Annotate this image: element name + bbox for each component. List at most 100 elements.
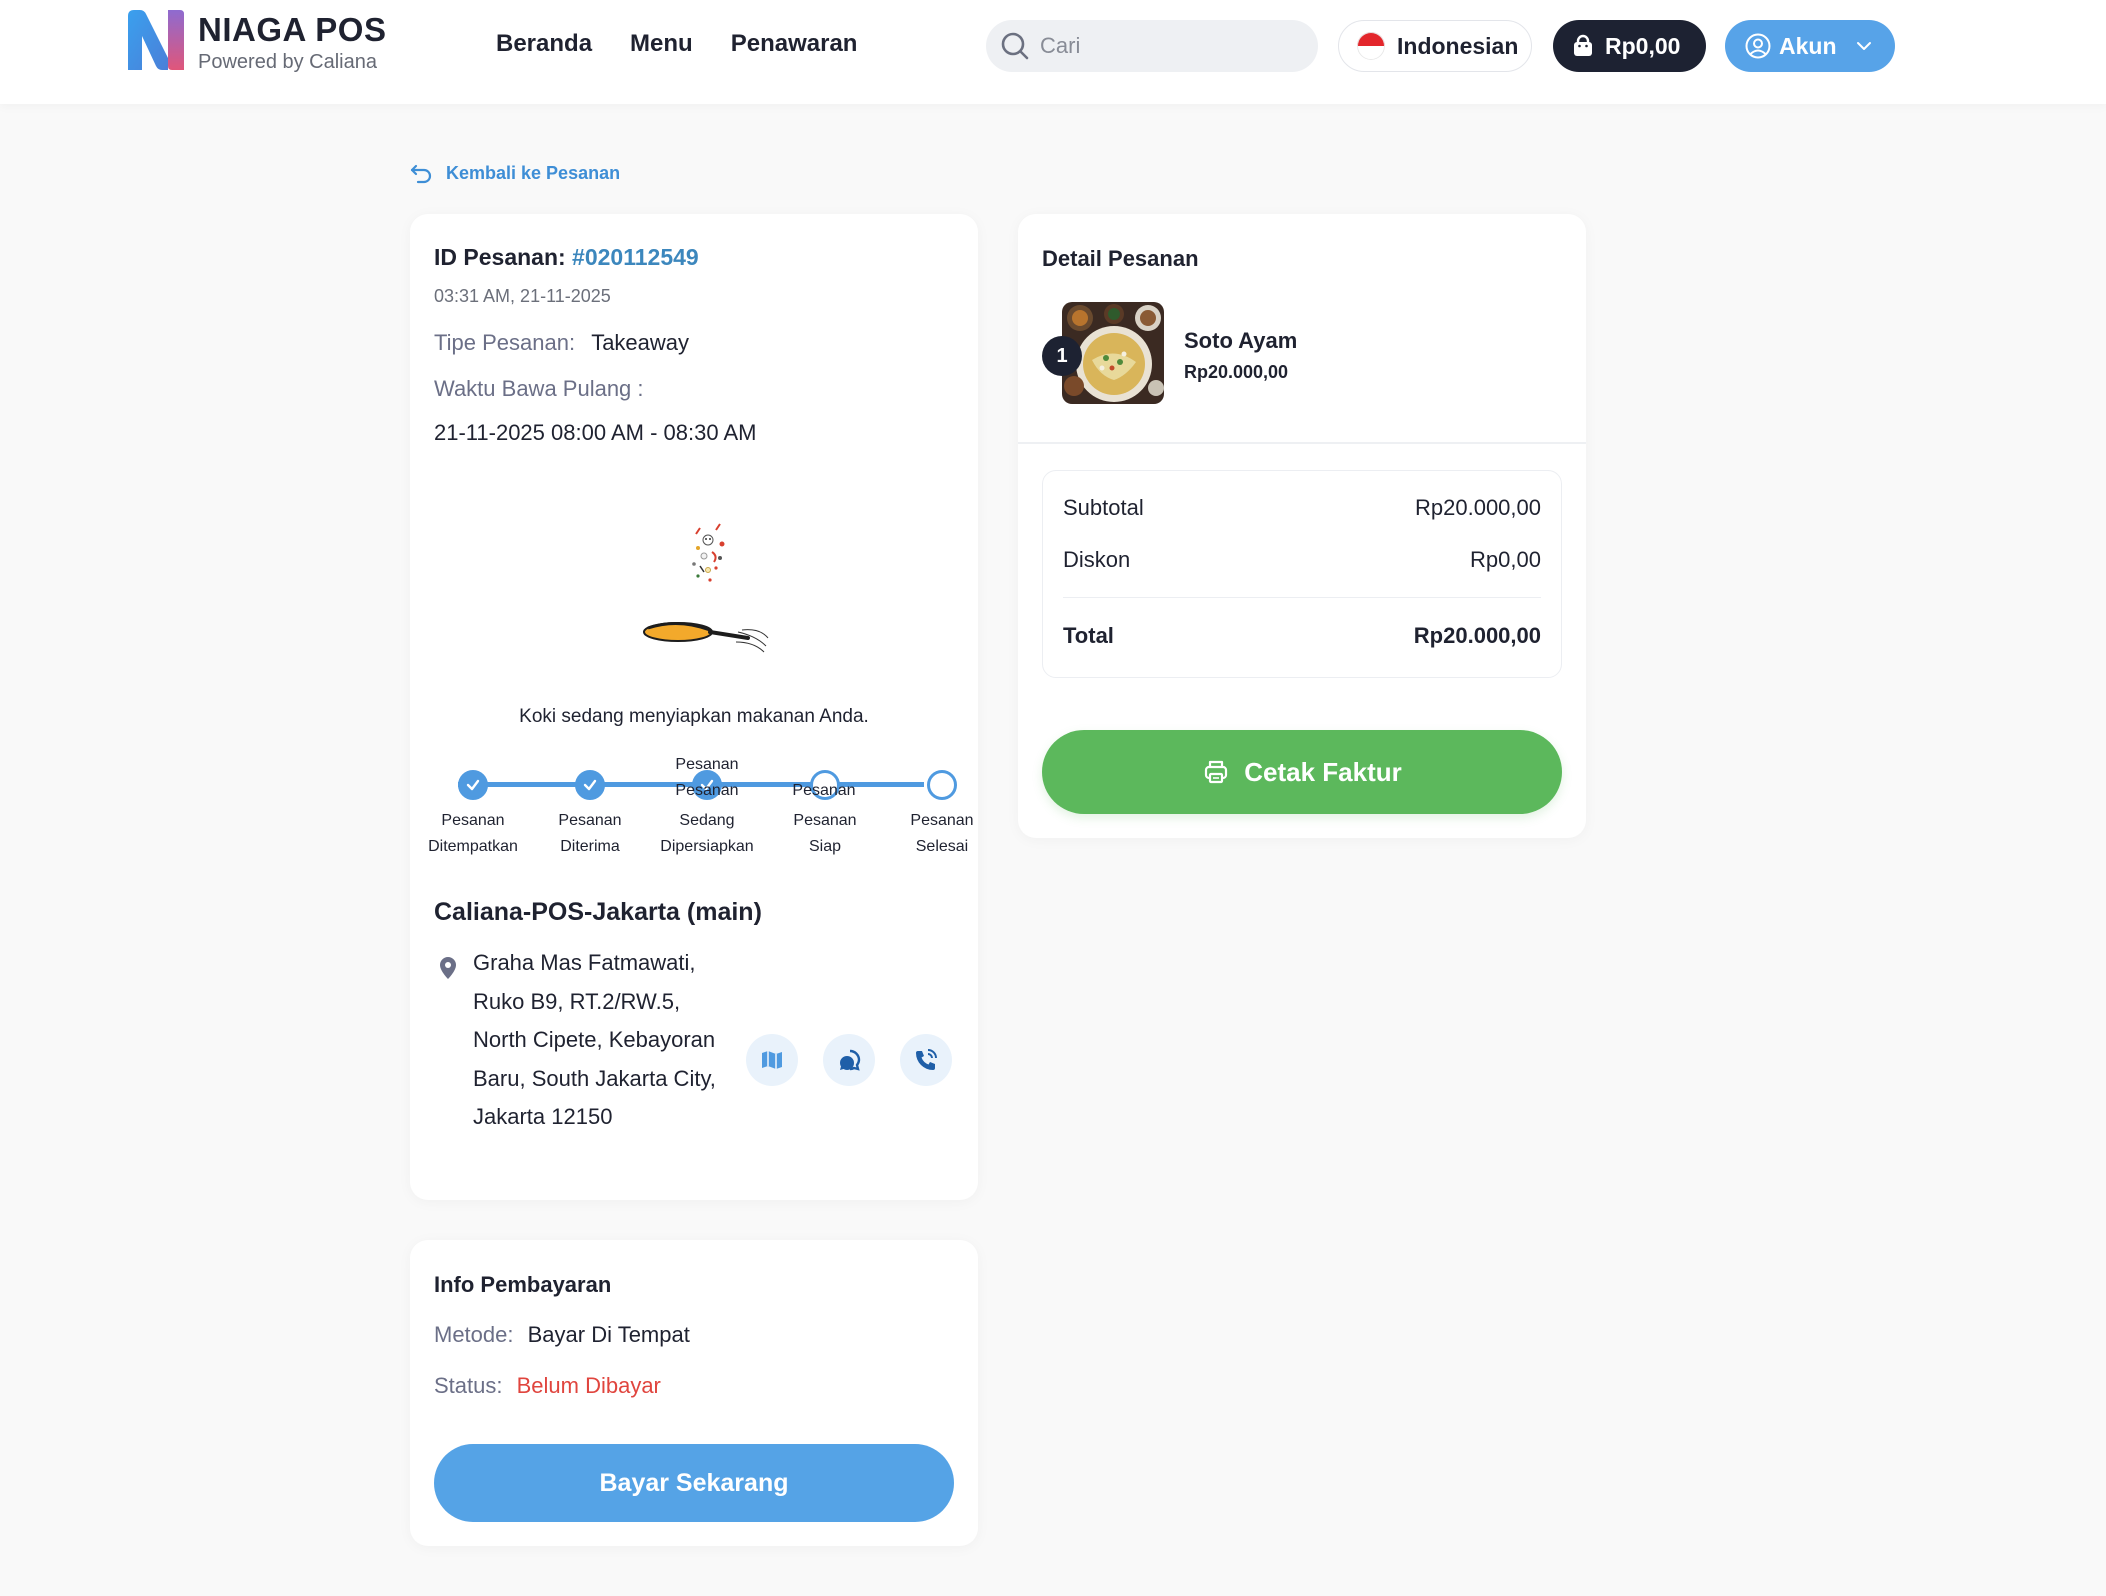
powered-by: Powered by Caliana [198,51,377,73]
step-3-label-line3: Dipersiapkan [660,838,754,855]
nav-penawaran[interactable]: Penawaran [731,28,858,60]
account-menu-button[interactable]: Akun [1725,20,1895,72]
step-1-label-line2: Ditempatkan [428,838,518,855]
page-root: NIAGA POS Powered by Caliana Beranda Men… [0,0,2106,1596]
nav-menu[interactable]: Menu [630,28,693,60]
brand-name: NIAGA POS [198,11,387,48]
branch-address: Graha Mas Fatmawati, Ruko B9, RT.2/RW.5,… [473,950,716,1129]
discount-row: Diskon Rp0,00 [1063,547,1541,573]
back-link-label: Kembali ke Pesanan [446,162,621,183]
order-id-label: ID Pesanan: [434,244,566,270]
printer-icon [1205,760,1228,784]
takeaway-time-label: Waktu Bawa Pulang : [434,376,644,401]
total-value: Rp20.000,00 [1413,623,1541,648]
step-2-label: Pesanan Diterima [530,808,650,860]
step-3-mid-label: Pesanan [675,782,739,799]
step-2-label-line1: Pesanan [558,812,622,829]
order-detail-title: Detail Pesanan [1042,246,1199,271]
step-4-label-line1: Pesanan [793,812,857,829]
print-invoice-button[interactable]: Cetak Faktur [1042,730,1562,814]
discount-value: Rp0,00 [1470,547,1541,572]
total-label: Total [1063,623,1114,648]
step-4-label-line2: Siap [808,838,842,855]
payment-status-value: Belum Dibayar [516,1373,661,1398]
pay-now-button[interactable]: Bayar Sekarang [434,1444,954,1522]
order-id: ID Pesanan: #020112549 [434,244,699,271]
logo-text: NIAGA POS Powered by Caliana [198,10,386,74]
indonesia-flag-icon [1357,32,1385,60]
order-id-value: #020112549 [572,244,699,270]
subtotal-label: Subtotal [1063,495,1144,520]
subtotal-value: Rp20.000,00 [1415,495,1541,520]
payment-status-label: Status: [434,1373,503,1398]
undo-arrow-icon [410,164,432,184]
order-type-label: Tipe Pesanan: [434,330,576,355]
payment-method-label: Metode: [434,1322,514,1347]
step-3-top-label: Pesanan [675,756,739,773]
search-icon [1001,32,1029,60]
order-detail-card: Detail Pesanan 1 Soto Ayam Rp20.000,00 S… [1018,214,1586,838]
step-2-label-line2: Diterima [560,838,620,855]
shopping-bag-icon [1574,34,1592,56]
check-icon [466,779,480,791]
step-2-marker [575,770,605,800]
logo-n-icon [128,10,184,70]
order-type-value: Takeaway [591,330,690,355]
open-map-button[interactable] [746,1034,798,1086]
map-pin-icon [440,957,456,979]
chat-icon [840,1049,861,1071]
language-label: Indonesian [1397,32,1519,59]
step-1-marker [458,770,488,800]
language-selector[interactable]: Indonesian [1338,20,1532,72]
order-status-card: ID Pesanan: #020112549 03:31 AM, 21-11-2… [410,214,978,1200]
nav-beranda[interactable]: Beranda [496,28,592,60]
takeaway-time-value: 21-11-2025 08:00 AM - 08:30 AM [434,420,757,445]
phone-icon [916,1049,937,1070]
back-to-orders-link[interactable]: Kembali ke Pesanan [410,162,620,184]
chef-status-message: Koki sedang menyiapkan makanan Anda. [519,706,869,727]
step-5-marker [927,770,957,800]
step-5-label: Pesanan Selesai [882,808,1002,860]
step-3-label-line2: Sedang [679,812,735,829]
item-quantity-badge: 1 [1042,336,1082,376]
print-invoice-label: Cetak Faktur [1244,756,1402,787]
discount-label: Diskon [1063,547,1131,572]
payment-info-card: Info Pembayaran Metode: Bayar Di Tempat … [410,1240,978,1546]
payment-method-value: Bayar Di Tempat [527,1322,690,1347]
order-type: Tipe Pesanan: Takeaway [434,330,689,356]
payment-title: Info Pembayaran [434,1272,612,1297]
detail-divider [1018,442,1586,444]
cart-button[interactable]: Rp0,00 [1553,20,1706,72]
call-button[interactable] [900,1034,952,1086]
price-summary: Subtotal Rp20.000,00 Diskon Rp0,00 Total… [1042,470,1562,678]
step-3-label: Sedang Dipersiapkan [647,808,767,860]
top-header: NIAGA POS Powered by Caliana Beranda Men… [0,0,2106,104]
step-4-top-label: Pesanan [792,782,856,799]
subtotal-row: Subtotal Rp20.000,00 [1063,495,1541,521]
cart-total: Rp0,00 [1605,32,1681,59]
chevron-down-icon [1856,42,1871,50]
payment-method: Metode: Bayar Di Tempat [434,1322,690,1348]
step-1-label-line1: Pesanan [441,812,505,829]
branch-name: Caliana-POS-Jakarta (main) [434,898,762,926]
map-icon [762,1051,782,1069]
search-box[interactable] [986,20,1318,72]
summary-divider [1063,597,1541,598]
step-1-label: Pesanan Ditempatkan [413,808,533,860]
chef-pan-illustration [643,523,769,653]
step-5-label-line1: Pesanan [910,812,974,829]
payment-status: Status: Belum Dibayar [434,1373,661,1399]
order-progress-tracker: Pesanan Pesanan Pesanan Pesanan Ditempat… [410,752,978,862]
check-icon [583,779,597,791]
account-label: Akun [1779,32,1837,59]
item-price: Rp20.000,00 [1184,362,1289,382]
brand-logo[interactable]: NIAGA POS Powered by Caliana [124,10,386,74]
order-datetime: 03:31 AM, 21-11-2025 [434,286,611,306]
step-5-label-line2: Selesai [915,838,969,855]
chat-button[interactable] [823,1034,875,1086]
search-input[interactable] [1040,33,1300,59]
item-name: Soto Ayam [1184,328,1298,353]
main-nav: Beranda Menu Penawaran [496,28,857,60]
step-4-label: Pesanan Siap [765,808,885,860]
total-row: Total Rp20.000,00 [1063,623,1541,649]
